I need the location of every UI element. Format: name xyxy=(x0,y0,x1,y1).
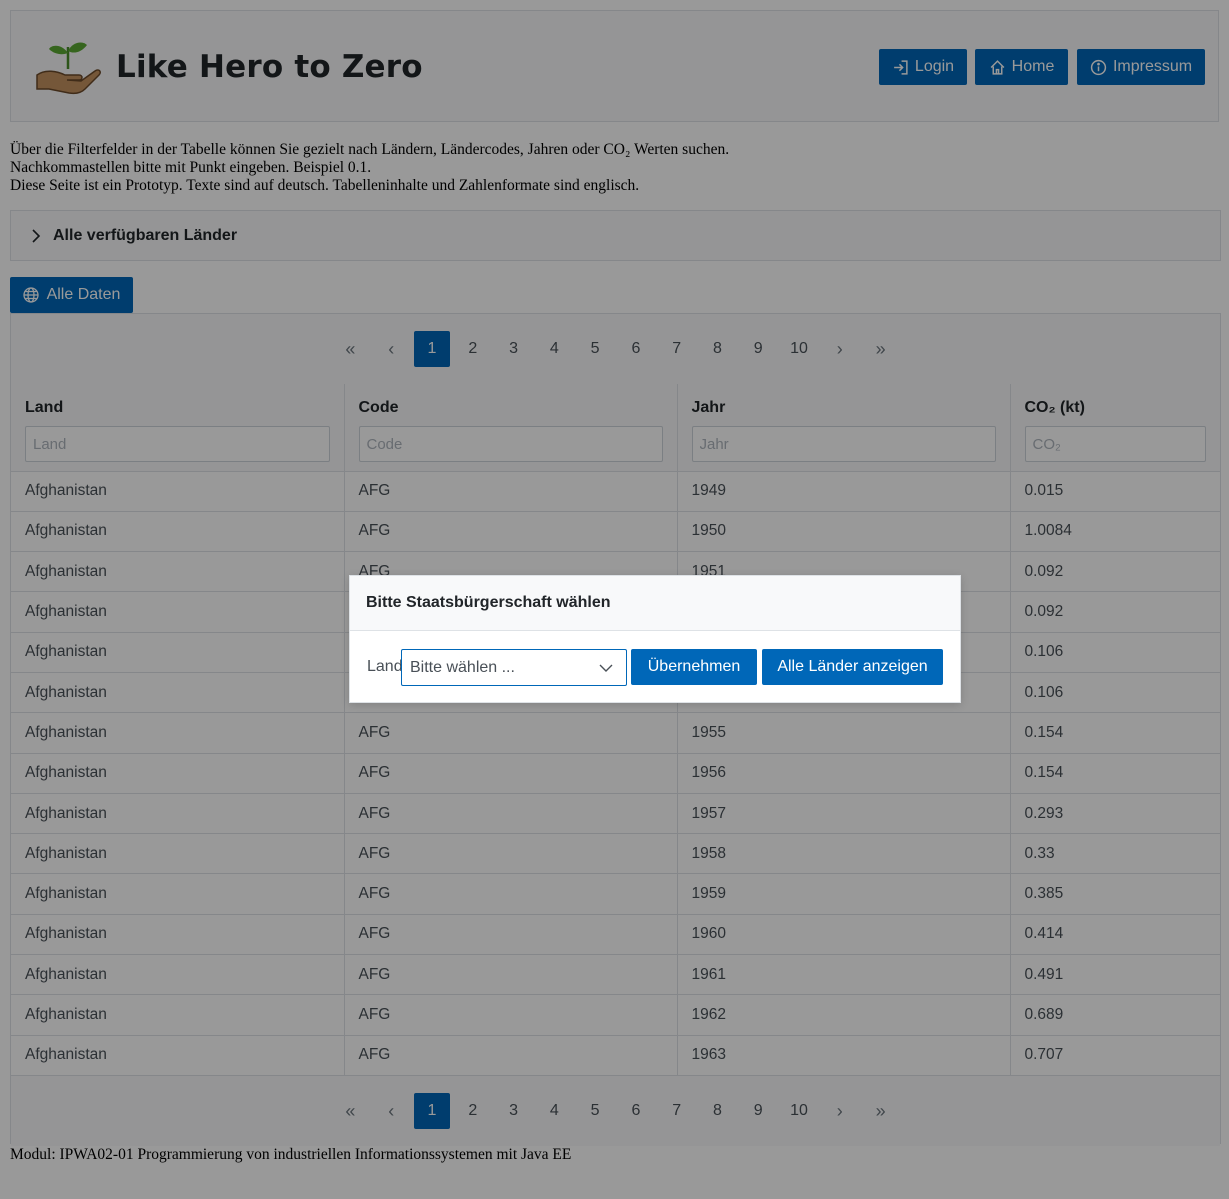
country-select-value: Bitte wählen ... xyxy=(410,658,515,676)
apply-button[interactable]: Übernehmen xyxy=(631,649,757,685)
country-select[interactable]: Bitte wählen ... xyxy=(401,649,627,686)
dialog-body: Land Bitte wählen ... Übernehmen Alle Lä… xyxy=(350,631,960,703)
land-label: Land xyxy=(367,658,403,675)
chevron-down-icon xyxy=(599,664,613,672)
show-all-countries-button[interactable]: Alle Länder anzeigen xyxy=(762,649,943,685)
citizenship-dialog: Bitte Staatsbürgerschaft wählen Land Bit… xyxy=(349,575,961,703)
dialog-title: Bitte Staatsbürgerschaft wählen xyxy=(350,576,960,631)
page: Like Hero to Zero Login Home Impressum Ü… xyxy=(0,0,1229,1199)
